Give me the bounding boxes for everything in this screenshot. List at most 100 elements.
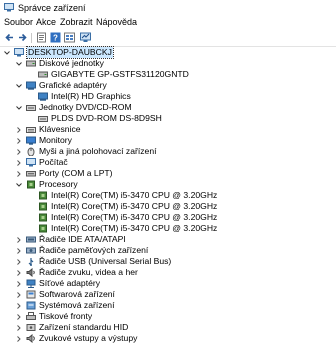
tree-item-label: PLDS DVD-ROM DS-8D9SH [51,113,162,123]
tree-item[interactable]: Myši a jiná polohovací zařízení [0,146,336,157]
usb-icon [28,258,34,266]
tree-item[interactable]: Řadiče USB (Universal Serial Bus) [0,256,336,267]
tree-item[interactable]: Jednotky DVD/CD-ROM [0,102,336,113]
cpu-icon [39,213,47,222]
tree-item-label: Grafické adaptéry [39,80,107,90]
chevron-right-icon[interactable] [15,313,23,321]
tree-item-label: Monitory [39,135,72,145]
toolbar: ? [0,30,336,47]
menu-soubor[interactable]: Soubor [4,17,33,27]
chevron-down-icon[interactable] [15,181,23,189]
tree-item[interactable]: Klávesnice [0,124,336,135]
tree-item[interactable]: PLDS DVD-ROM DS-8D9SH [0,113,336,124]
tree-item[interactable]: Tiskové fronty [0,311,336,322]
tree-item-label: Zvukové vstupy a výstupy [39,333,138,343]
chevron-down-icon[interactable] [3,49,11,57]
chevron-right-icon[interactable] [15,291,23,299]
chevron-right-icon[interactable] [15,247,23,255]
tree-item[interactable]: Monitory [0,135,336,146]
toolbar-separator [31,33,32,43]
tree-item-label: Jednotky DVD/CD-ROM [39,102,132,112]
keyboard-icon [26,127,36,133]
tree-item-label: Tiskové fronty [39,311,93,321]
chevron-down-icon[interactable] [15,104,23,112]
storage-controller-icon [26,247,36,254]
hid-icon [26,324,36,331]
tree-item-label: DESKTOP-DAUBCKJ [26,46,114,59]
chevron-right-icon[interactable] [15,302,23,310]
tree-item-label: GIGABYTE GP-GSTFS31120GNTD [51,69,189,79]
cpu-icon [39,191,47,200]
ide-controller-icon [26,236,36,243]
tree-item[interactable]: Zařízení standardu HID [0,322,336,333]
tree-item[interactable]: Síťové adaptéry [0,278,336,289]
tree-item-label: Systémová zařízení [39,300,115,310]
help-icon[interactable]: ? [50,32,61,43]
tree-item-label: Klávesnice [39,124,81,134]
monitor-icon [26,136,36,145]
tree-item-label: Řadiče zvuku, videa a her [39,267,138,277]
tree-item[interactable]: Softwarová zařízení [0,289,336,300]
tree-item-label: Intel(R) HD Graphics [51,91,131,101]
view-icon[interactable] [64,32,75,43]
system-device-icon [26,301,36,310]
tree-item-label: Softwarová zařízení [39,289,115,299]
tree-item[interactable]: Řadiče paměťových zařízení [0,245,336,256]
tree-item[interactable]: Zvukové vstupy a výstupy [0,333,336,344]
chevron-down-icon[interactable] [15,82,23,90]
tree-item[interactable]: DESKTOP-DAUBCKJ [0,46,336,59]
tree-item[interactable]: Systémová zařízení [0,300,336,311]
chevron-right-icon[interactable] [15,126,23,134]
menu-napoveda[interactable]: Nápověda [96,17,137,27]
disk-icon [26,60,36,67]
tree-item[interactable]: Počítač [0,157,336,168]
printer-icon [26,312,36,320]
cpu-icon [39,202,47,211]
tree-item-label: Řadiče IDE ATA/ATAPI [39,234,126,244]
display-icon [38,92,48,101]
tree-item[interactable]: Grafické adaptéry [0,80,336,91]
back-icon[interactable] [4,32,15,43]
tree-item-label: Intel(R) Core(TM) i5-3470 CPU @ 3.20GHz [51,190,218,200]
chevron-right-icon[interactable] [15,335,23,343]
forward-icon[interactable] [17,32,28,43]
chevron-right-icon[interactable] [15,148,23,156]
computer-icon [14,48,24,57]
scan-icon[interactable] [80,32,91,43]
chevron-right-icon[interactable] [15,258,23,266]
tree-item[interactable]: Intel(R) Core(TM) i5-3470 CPU @ 3.20GHz [0,223,336,234]
display-icon [26,81,36,90]
chevron-right-icon[interactable] [15,236,23,244]
menu-akce[interactable]: Akce [36,17,56,27]
tree-item-label: Řadiče paměťových zařízení [39,245,149,255]
chevron-right-icon[interactable] [15,280,23,288]
properties-icon[interactable] [36,32,47,43]
computer-icon [26,158,36,167]
chevron-right-icon[interactable] [15,159,23,167]
svg-text:?: ? [53,34,58,43]
tree-item[interactable]: Procesory [0,179,336,190]
menu-zobrazit[interactable]: Zobrazit [60,17,93,27]
tree-item[interactable]: Řadiče zvuku, videa a her [0,267,336,278]
chevron-right-icon[interactable] [15,324,23,332]
dvd-icon [26,105,36,111]
tree-item-label: Intel(R) Core(TM) i5-3470 CPU @ 3.20GHz [51,223,218,233]
tree-item-label: Intel(R) Core(TM) i5-3470 CPU @ 3.20GHz [51,201,218,211]
tree-item[interactable]: GIGABYTE GP-GSTFS31120GNTD [0,69,336,80]
window-title: Správce zařízení [18,3,86,13]
tree-item-label: Zařízení standardu HID [39,322,129,332]
chevron-right-icon[interactable] [15,137,23,145]
device-tree: DESKTOP-DAUBCKJ Diskové jednotky GIGABYTE … [0,46,336,343]
tree-item[interactable]: Intel(R) Core(TM) i5-3470 CPU @ 3.20GHz [0,190,336,201]
network-icon [26,279,36,288]
chevron-right-icon[interactable] [15,170,23,178]
tree-item[interactable]: Intel(R) Core(TM) i5-3470 CPU @ 3.20GHz [0,212,336,223]
chevron-right-icon[interactable] [15,269,23,277]
tree-item[interactable]: Řadiče IDE ATA/ATAPI [0,234,336,245]
tree-item[interactable]: Porty (COM a LPT) [0,168,336,179]
tree-item-label: Počítač [39,157,68,167]
tree-item[interactable]: Diskové jednotky [0,58,336,69]
tree-item[interactable]: Intel(R) Core(TM) i5-3470 CPU @ 3.20GHz [0,201,336,212]
chevron-down-icon[interactable] [15,60,23,68]
tree-item[interactable]: Intel(R) HD Graphics [0,91,336,102]
